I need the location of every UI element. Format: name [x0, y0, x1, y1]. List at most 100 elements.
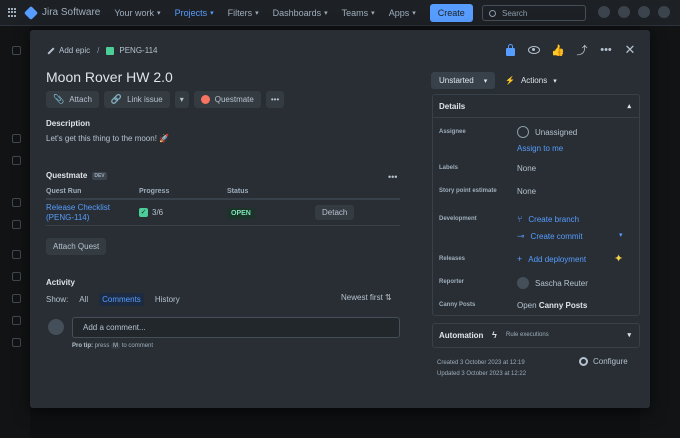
column-header: Quest Run: [46, 188, 82, 195]
questmate-heading: Questmate DEV: [46, 171, 107, 180]
status-dropdown[interactable]: Unstarted ▾: [431, 72, 496, 89]
details-header[interactable]: Details ▴: [433, 95, 639, 118]
protip-suffix: to comment: [121, 343, 154, 349]
more-icon: •••: [388, 172, 398, 182]
chevron-down-icon: ▾: [483, 77, 488, 85]
watch-button[interactable]: [528, 44, 540, 56]
search-input[interactable]: Search: [482, 5, 586, 21]
chevron-down-icon: ▾: [627, 332, 631, 339]
quest-run-link[interactable]: Release Checklist (PENG-114): [46, 203, 139, 223]
nav-dashboards[interactable]: Dashboards ▾: [273, 8, 328, 18]
assign-to-me-link[interactable]: Assign to me: [517, 144, 563, 153]
lightning-icon: ϟ: [492, 330, 497, 340]
automation-title: Automation: [439, 331, 484, 340]
attach-quest-button[interactable]: Attach Quest: [46, 238, 107, 255]
questmate-icon: [200, 95, 210, 104]
add-deployment-link[interactable]: + Add deployment: [517, 254, 586, 264]
action-cell: Detach: [315, 205, 400, 220]
reporter-field[interactable]: Sascha Reuter: [517, 277, 588, 289]
sort-button[interactable]: Newest first ⇅: [341, 293, 392, 302]
assignee-field[interactable]: Unassigned: [517, 126, 577, 138]
jira-logo[interactable]: Jira Software: [23, 5, 101, 20]
gear-icon: [579, 357, 588, 366]
nav-label: Teams: [341, 7, 369, 18]
actions-button[interactable]: ⚡ Actions ▾: [505, 72, 557, 89]
close-button[interactable]: ✕: [624, 42, 636, 57]
column-header: Status: [227, 188, 249, 195]
chevron-down-icon[interactable]: ▾: [619, 231, 623, 239]
app-name: Jira Software: [42, 7, 101, 18]
create-branch-link[interactable]: ⑂ Create branch: [517, 214, 579, 224]
link-issue-dropdown[interactable]: ▾: [174, 91, 189, 108]
nav-teams[interactable]: Teams ▾: [342, 8, 375, 18]
more-apps-button[interactable]: •••: [265, 91, 285, 108]
add-deployment-label: Add deployment: [528, 254, 587, 264]
configure-button[interactable]: Configure: [579, 357, 628, 366]
vote-button[interactable]: 👍: [551, 44, 565, 57]
create-commit-link[interactable]: ⊸ Create commit: [517, 231, 583, 242]
nav-apps[interactable]: Apps ▾: [389, 8, 416, 18]
canny-field[interactable]: Open Canny Posts: [517, 301, 587, 310]
nav-label: Apps: [388, 7, 410, 18]
notifications-icon[interactable]: [598, 6, 610, 18]
show-label: Show:: [46, 295, 69, 304]
create-branch-label: Create branch: [528, 214, 580, 224]
filter-comments[interactable]: Comments: [99, 293, 144, 306]
sort-label: Newest first: [341, 293, 383, 302]
questmate-button[interactable]: Questmate: [193, 91, 261, 108]
app-switcher-icon[interactable]: [8, 7, 18, 18]
reporter-value: Sascha Reuter: [535, 278, 588, 288]
issue-key-link[interactable]: PENG-114: [119, 46, 157, 55]
releases-label: Releases: [439, 256, 466, 262]
top-right-icons: [598, 6, 670, 18]
labels-value[interactable]: None: [517, 164, 536, 173]
create-commit-label: Create commit: [530, 232, 583, 241]
chevron-down-icon: ▾: [179, 95, 184, 104]
timestamps: Created 3 October 2023 at 12:19 Updated …: [437, 358, 526, 380]
updated-date: Updated 3 October 2023 at 12:22: [437, 371, 527, 377]
create-button[interactable]: Create: [429, 3, 473, 22]
nav-filters[interactable]: Filters ▾: [228, 8, 259, 18]
plus-icon: +: [517, 254, 523, 264]
attach-button[interactable]: 📎 Attach: [46, 91, 99, 108]
lightning-icon: ⚡: [505, 76, 515, 85]
share-button[interactable]: ⤴: [576, 44, 588, 57]
help-icon[interactable]: [618, 6, 630, 18]
assignee-label: Assignee: [439, 129, 466, 135]
nav-projects[interactable]: Projects ▾: [175, 8, 214, 18]
actions-label: Actions: [520, 76, 548, 85]
comment-input[interactable]: Add a comment...: [72, 317, 400, 338]
sparkle-icon[interactable]: ✦: [614, 252, 624, 265]
dev-badge: DEV: [92, 171, 107, 180]
protip-prefix: Pro tip:: [72, 343, 93, 349]
issue-title[interactable]: Moon Rover HW 2.0: [46, 69, 173, 85]
add-epic-link[interactable]: Add epic: [59, 46, 90, 55]
settings-icon[interactable]: [638, 6, 650, 18]
reporter-label: Reporter: [439, 279, 465, 285]
filter-history[interactable]: History: [152, 293, 183, 306]
nav-your-work[interactable]: Your work ▾: [114, 8, 160, 18]
link-issue-button[interactable]: 🔗 Link issue: [103, 91, 170, 108]
story-points-value[interactable]: None: [517, 187, 536, 196]
description-text[interactable]: Let's get this thing to the moon! 🚀: [46, 134, 169, 143]
user-icon: [517, 126, 529, 138]
development-label: Development: [439, 216, 477, 222]
chevron-down-icon: ▾: [255, 9, 259, 17]
automation-panel[interactable]: Automation ϟ Rule executions ▾: [432, 323, 640, 348]
issue-modal: Add epic / PENG-114 👍 ⤴ ••• ✕ Moon Rover…: [30, 30, 650, 408]
questmate-title: Questmate: [46, 171, 88, 180]
story-icon: [106, 46, 115, 55]
breadcrumb-separator: /: [97, 46, 100, 55]
more-actions-button[interactable]: •••: [600, 44, 612, 56]
issue-toolbar: 📎 Attach 🔗 Link issue ▾ Questmate •••: [46, 91, 285, 108]
filter-all[interactable]: All: [76, 293, 91, 306]
chevron-up-icon: ▴: [627, 103, 631, 110]
questmate-more-button[interactable]: •••: [388, 172, 397, 182]
restrictions-button[interactable]: [504, 43, 516, 56]
share-icon: ⤴: [576, 45, 588, 57]
detach-button[interactable]: Detach: [315, 205, 355, 220]
link-icon: 🔗: [110, 94, 123, 104]
profile-avatar[interactable]: [658, 6, 670, 18]
labels-label: Labels: [439, 165, 459, 171]
chevron-down-icon: ▾: [157, 9, 161, 17]
